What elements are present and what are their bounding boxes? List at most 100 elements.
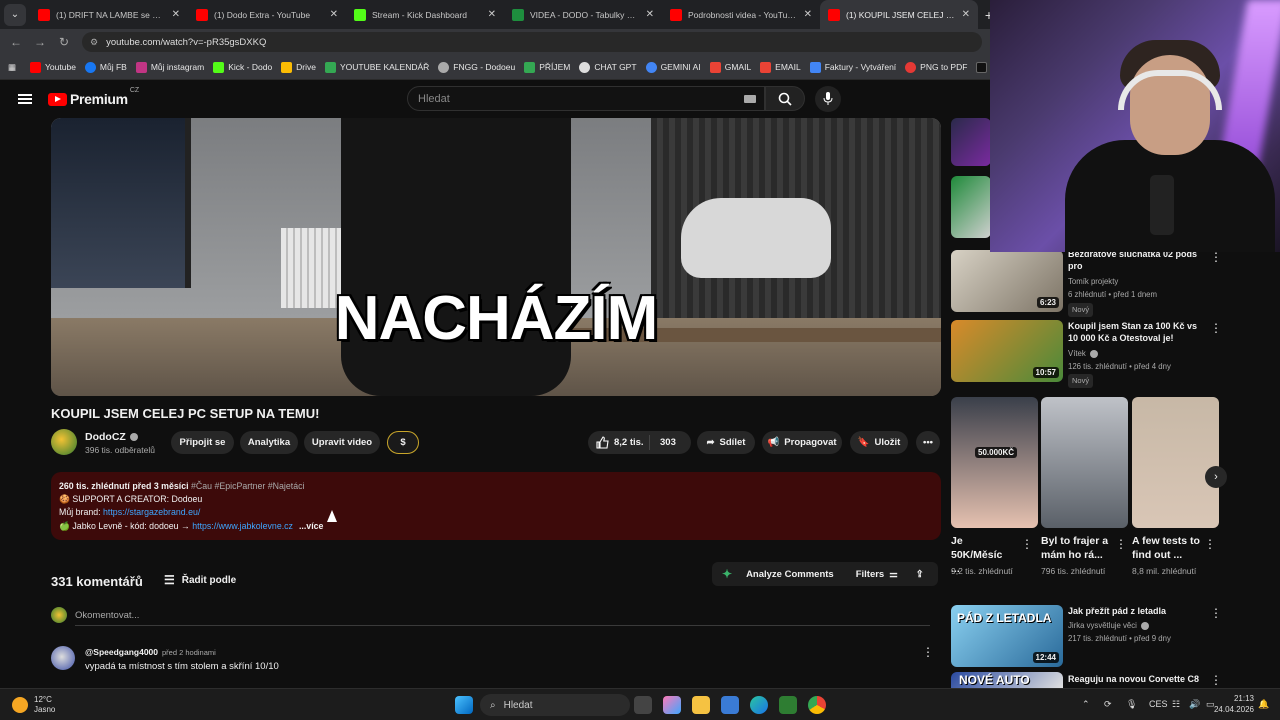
apps-grid-icon[interactable]: ▦ bbox=[8, 62, 16, 73]
brand-link[interactable]: https://stargazebrand.eu/ bbox=[103, 507, 200, 517]
more-icon[interactable]: ⋮ bbox=[1021, 537, 1033, 551]
bookmark[interactable]: GMAIL bbox=[709, 61, 751, 73]
voice-search-button[interactable] bbox=[815, 86, 841, 112]
short-thumbnail[interactable] bbox=[1132, 397, 1219, 528]
back-arrow-icon[interactable]: ← bbox=[4, 35, 28, 49]
language-indicator[interactable]: CES bbox=[1149, 699, 1168, 709]
browser-tab[interactable]: (1) Dodo Extra - YouTube ✕ bbox=[188, 0, 346, 29]
export-icon[interactable]: ⇪ bbox=[916, 569, 924, 580]
jabko-link[interactable]: https://www.jabkolevne.cz bbox=[192, 521, 293, 531]
close-tab-icon[interactable]: ✕ bbox=[172, 9, 180, 20]
windows-start-icon[interactable] bbox=[455, 696, 473, 714]
wifi-icon[interactable]: ☷ bbox=[1172, 699, 1180, 710]
channel-name[interactable]: Vítek bbox=[1068, 348, 1098, 360]
shorts-next-icon[interactable]: › bbox=[1205, 466, 1227, 488]
video-thumbnail[interactable]: 10:57 bbox=[951, 320, 1063, 382]
bookmark[interactable]: CHAT GPT bbox=[579, 61, 637, 73]
browser-tab[interactable]: Stream - Kick Dashboard ✕ bbox=[346, 0, 504, 29]
tray-mic-icon[interactable]: 🎙 bbox=[1126, 699, 1137, 710]
channel-name-link[interactable]: DodoCZ bbox=[85, 431, 138, 443]
taskbar-search[interactable]: ⌕ Hledat bbox=[480, 694, 630, 716]
volume-icon[interactable]: 🔊 bbox=[1189, 699, 1200, 710]
comment-author[interactable]: @Speedgang4000 před 2 hodinami bbox=[85, 647, 216, 657]
bookmark[interactable]: Můj FB bbox=[84, 61, 127, 73]
super-thanks-button[interactable]: $ bbox=[387, 431, 419, 454]
channel-name[interactable]: Tomík projekty bbox=[1068, 276, 1118, 288]
short-title[interactable]: Byl to frajer a mám ho rá... bbox=[1041, 534, 1113, 562]
tray-expand-icon[interactable]: ⌃ bbox=[1082, 699, 1090, 710]
more-icon[interactable]: ⋮ bbox=[1210, 250, 1222, 264]
edit-video-button[interactable]: Upravit video bbox=[304, 431, 380, 454]
file-explorer-icon[interactable] bbox=[692, 696, 710, 714]
site-info-icon[interactable]: ⚙ bbox=[90, 37, 98, 48]
share-button[interactable]: ➦ Sdílet bbox=[697, 431, 755, 454]
more-icon[interactable]: ⋮ bbox=[1210, 673, 1222, 687]
bookmark[interactable]: FNGG - Dodoeu bbox=[438, 61, 515, 73]
video-title-link[interactable]: Jak přežít pád z letadla bbox=[1068, 605, 1208, 617]
terminal-icon[interactable] bbox=[779, 696, 797, 714]
url-field[interactable]: ⚙ youtube.com/watch?v=-pR35gsDXKQ bbox=[82, 32, 982, 52]
search-button[interactable] bbox=[765, 86, 805, 111]
bookmark[interactable]: GEMINI AI bbox=[645, 61, 701, 73]
video-title-link[interactable]: Reaguju na novou Corvette C8 bbox=[1068, 673, 1208, 685]
copilot-icon[interactable] bbox=[663, 696, 681, 714]
bookmark[interactable]: PŘÍJEM bbox=[524, 61, 570, 73]
extension-icon[interactable]: ✦ bbox=[722, 567, 732, 581]
short-thumbnail[interactable] bbox=[1041, 397, 1128, 528]
edge-icon[interactable] bbox=[750, 696, 768, 714]
analytics-button[interactable]: Analytika bbox=[240, 431, 298, 454]
join-button[interactable]: Připojit se bbox=[171, 431, 234, 454]
like-button[interactable]: 8,2 tis. bbox=[588, 435, 650, 450]
promote-button[interactable]: 📢 Propagovat bbox=[762, 431, 842, 454]
hashtags[interactable]: #Čau #EpicPartner #Najetáci bbox=[191, 481, 304, 491]
bookmark[interactable]: Faktury - Vytváření bbox=[809, 61, 896, 73]
weather-widget[interactable]: 12°C Jasno bbox=[12, 695, 55, 715]
video-description[interactable]: 260 tis. zhlédnutí před 3 měsíci #Čau #E… bbox=[51, 472, 941, 540]
browser-tab[interactable]: Podrobnosti videa - YouTube St... ✕ bbox=[662, 0, 820, 29]
add-comment-field[interactable]: Okomentovat... bbox=[51, 607, 139, 623]
commenter-avatar[interactable] bbox=[51, 646, 75, 670]
filter-sliders-icon[interactable]: ⚌ bbox=[889, 569, 898, 580]
bookmark[interactable]: Kick - Dodo bbox=[213, 61, 272, 73]
filters-button[interactable]: Filters bbox=[856, 569, 885, 580]
video-thumbnail[interactable]: 6:23 bbox=[951, 250, 1063, 312]
chrome-icon[interactable] bbox=[808, 696, 826, 714]
reload-icon[interactable]: ↻ bbox=[52, 35, 76, 49]
show-more-button[interactable]: ...více bbox=[299, 521, 323, 531]
notification-bell-icon[interactable]: 🔔 bbox=[1258, 699, 1269, 710]
analyze-comments-button[interactable]: Analyze Comments bbox=[746, 569, 834, 580]
channel-name[interactable]: Jirka vysvětluje věci bbox=[1068, 620, 1149, 632]
youtube-premium-logo[interactable]: Premium CZ bbox=[48, 87, 139, 107]
video-title-link[interactable]: Koupil jsem Stan za 100 Kč vs 10 000 Kč … bbox=[1068, 320, 1208, 344]
outlook-icon[interactable] bbox=[721, 696, 739, 714]
dislike-button[interactable]: 303 bbox=[650, 437, 676, 448]
bookmark[interactable]: PNG to PDF bbox=[905, 61, 967, 73]
bookmark[interactable]: EMAIL bbox=[760, 61, 801, 73]
comment-menu-icon[interactable]: ⋮ bbox=[922, 645, 934, 659]
save-button[interactable]: 🔖 Uložit bbox=[850, 431, 908, 454]
more-icon[interactable]: ⋮ bbox=[1115, 537, 1127, 551]
browser-tab-active[interactable]: (1) KOUPIL JSEM CELEJ PC SETU... ✕ bbox=[820, 0, 978, 29]
clock[interactable]: 21:13 24.04.2026 bbox=[1214, 693, 1254, 715]
channel-avatar[interactable] bbox=[51, 429, 77, 455]
bookmark[interactable]: YOUTUBE KALENDÁŘ bbox=[325, 61, 429, 73]
more-icon[interactable]: ⋮ bbox=[1204, 537, 1216, 551]
bookmark[interactable]: Drive bbox=[281, 61, 316, 73]
forward-arrow-icon[interactable]: → bbox=[28, 35, 52, 49]
close-tab-icon[interactable]: ✕ bbox=[488, 9, 496, 20]
tray-app-icon[interactable]: ⟳ bbox=[1104, 699, 1112, 710]
bookmark[interactable]: Youtube bbox=[30, 61, 76, 73]
sort-comments-button[interactable]: ☰ Řadit podle bbox=[164, 573, 236, 587]
more-actions-button[interactable]: ••• bbox=[916, 431, 940, 454]
video-thumbnail[interactable]: PÁD Z LETADLA 12:44 bbox=[951, 605, 1063, 667]
keyboard-icon[interactable] bbox=[744, 95, 756, 103]
bookmark[interactable]: Můj instagram bbox=[135, 61, 204, 73]
close-tab-icon[interactable]: ✕ bbox=[804, 9, 812, 20]
browser-tab[interactable]: VIDEA - DODO - Tabulky Googl... ✕ bbox=[504, 0, 662, 29]
more-icon[interactable]: ⋮ bbox=[1210, 606, 1222, 620]
video-thumbnail[interactable]: NOVÉ AUTO bbox=[951, 672, 1063, 688]
search-input[interactable]: Hledat bbox=[407, 86, 765, 111]
task-view-icon[interactable] bbox=[634, 696, 652, 714]
video-thumbnail[interactable] bbox=[951, 118, 991, 166]
video-player[interactable]: NACHÁZÍM bbox=[51, 118, 941, 396]
